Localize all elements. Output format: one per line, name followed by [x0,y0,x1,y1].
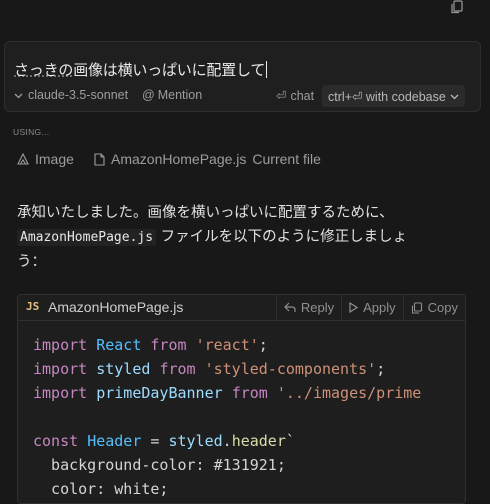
apply-button[interactable]: Apply [341,295,403,320]
code-line: background-color: #131921; [33,456,286,474]
code-block-header: JS AmazonHomePage.js Reply Apply Copy [18,295,465,321]
code-line: import primeDayBanner from '../images/pr… [33,384,422,402]
image-icon [17,153,29,165]
context-file-label: AmazonHomePage.js [111,151,247,167]
code-line: const Header = styled.header` [33,432,295,450]
assistant-message: 承知いたしました。画像を横いっぱいに配置するために、 AmazonHomePag… [17,201,477,274]
context-item-image[interactable]: Image [17,151,74,167]
reply-icon [284,302,296,312]
codebase-button[interactable]: ctrl+⏎ with codebase [322,85,465,107]
reply-button[interactable]: Reply [275,295,341,320]
input-footer: claude-3.5-sonnet @ Mention ⏎ chat ctrl+… [14,85,472,107]
chevron-down-icon [14,93,23,98]
code-filename[interactable]: AmazonHomePage.js [48,299,183,315]
chat-button[interactable]: ⏎ chat [276,88,315,104]
copy-icon[interactable] [450,0,464,14]
model-label: claude-3.5-sonnet [28,88,129,102]
text-caret [266,61,268,78]
enter-icon: ⏎ [276,89,287,103]
codebase-label: ctrl+⏎ with codebase [328,89,446,104]
code-block: JS AmazonHomePage.js Reply Apply Copy im… [17,294,466,504]
code-content: import React from 'react'; import styled … [33,333,421,501]
context-heading: USING... [13,127,50,137]
at-icon: @ [142,88,155,102]
context-item-file[interactable]: AmazonHomePage.js Current file [94,151,321,167]
chat-label: chat [290,88,315,103]
code-line: import React from 'react'; [33,336,268,354]
file-icon [94,152,105,166]
message-line2: ファイルを以下のように修正しましょ [160,229,408,245]
mention-label: Mention [157,88,203,102]
js-icon: JS [26,300,40,313]
code-line: import styled from 'styled-components'; [33,360,386,378]
model-selector[interactable]: claude-3.5-sonnet [14,88,128,102]
code-actions: Reply Apply Copy [275,295,465,320]
mention-button[interactable]: @ Mention [142,88,202,102]
chat-input-box[interactable]: さっきの画像は横いっぱいに配置して claude-3.5-sonnet @ Me… [4,41,481,112]
copy-icon [411,301,422,314]
apply-label: Apply [363,300,396,315]
message-line1: 承知いたしました。画像を横いっぱいに配置するために、 [17,205,394,221]
chevron-down-icon [450,94,459,99]
code-line: color: white; [33,480,169,498]
chat-input[interactable]: さっきの画像は横いっぱいに配置して [14,59,268,80]
copy-code-button[interactable]: Copy [402,295,465,320]
inline-code-filename: AmazonHomePage.js [17,229,157,246]
play-icon [349,302,359,313]
message-line3: う： [17,254,46,270]
context-file-note: Current file [252,151,321,167]
context-image-label: Image [35,151,74,167]
reply-label: Reply [300,300,335,315]
copy-label: Copy [427,300,458,315]
